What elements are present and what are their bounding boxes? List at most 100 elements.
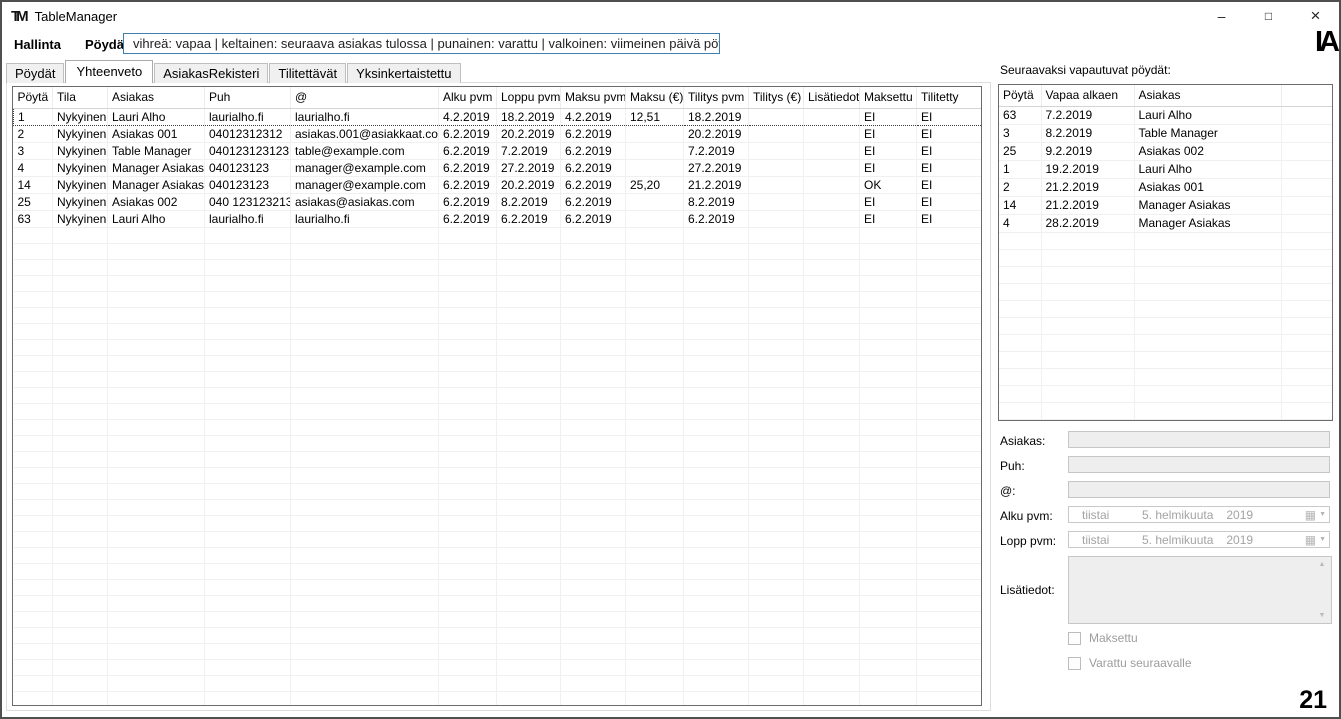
menu-hallinta[interactable]: Hallinta: [2, 37, 73, 52]
table-cell-empty: [205, 659, 291, 675]
table-cell: 25: [999, 142, 1041, 160]
table-cell: [804, 210, 860, 227]
tab-strip: Pöydät Yhteenveto AsiakasRekisteri Tilit…: [6, 60, 462, 83]
table-cell-empty: [804, 387, 860, 403]
table-row[interactable]: 25NykyinenAsiakas 002040 123123213asiaka…: [14, 193, 982, 210]
table-cell-empty: [14, 323, 53, 339]
column-header-poyta[interactable]: Pöytä: [999, 85, 1041, 106]
table-cell-empty: [860, 339, 917, 355]
asiakas-field[interactable]: [1068, 431, 1330, 448]
table-row[interactable]: 1NykyinenLauri Alholaurialho.filaurialho…: [14, 108, 982, 125]
table-cell: EI: [860, 210, 917, 227]
table-row[interactable]: 63NykyinenLauri Alholaurialho.filaurialh…: [14, 210, 982, 227]
lisatiedot-textarea[interactable]: ▲ ▼: [1068, 556, 1332, 624]
table-cell-empty: [684, 627, 749, 643]
tab-yksinkertaistettu[interactable]: Yksinkertaistettu: [347, 63, 460, 83]
column-header-alku-pvm[interactable]: Alku pvm: [439, 87, 497, 108]
table-row[interactable]: 637.2.2019Lauri Alho: [999, 106, 1332, 124]
column-header-loppu-pvm[interactable]: Loppu pvm: [497, 87, 561, 108]
column-header-tilitys-pvm[interactable]: Tilitys pvm: [684, 87, 749, 108]
table-cell-empty: [860, 515, 917, 531]
table-cell-empty: [53, 563, 108, 579]
table-row[interactable]: 2NykyinenAsiakas 00104012312312asiakas.0…: [14, 125, 982, 142]
tab-yhteenveto[interactable]: Yhteenveto: [65, 60, 153, 83]
tab-tilitettavat[interactable]: Tilitettävät: [269, 63, 346, 83]
column-header-maksu-eur[interactable]: Maksu (€): [626, 87, 684, 108]
calendar-icon[interactable]: ▦: [1305, 509, 1316, 521]
table-cell-empty: [749, 387, 804, 403]
textarea-scrollbar[interactable]: ▲ ▼: [1314, 558, 1330, 622]
table-cell-empty: [684, 419, 749, 435]
table-row-empty: [14, 579, 982, 595]
table-cell-empty: [291, 339, 439, 355]
table-cell: EI: [860, 193, 917, 210]
scroll-down-icon[interactable]: ▼: [1319, 612, 1326, 619]
column-header-maksu-pvm[interactable]: Maksu pvm: [561, 87, 626, 108]
chevron-down-icon[interactable]: ▼: [1319, 511, 1326, 518]
calendar-icon[interactable]: ▦: [1305, 534, 1316, 546]
table-cell-empty: [439, 403, 497, 419]
column-header-tilitetty[interactable]: Tilitetty: [917, 87, 982, 108]
table-cell-empty: [14, 611, 53, 627]
table-cell: EI: [917, 108, 982, 125]
legend-textbox[interactable]: vihreä: vapaa | keltainen: seuraava asia…: [123, 33, 720, 54]
table-cell-empty: [684, 531, 749, 547]
column-header-asiakas[interactable]: Asiakas: [1134, 85, 1281, 106]
column-header-maksettu[interactable]: Maksettu: [860, 87, 917, 108]
table-row[interactable]: 1421.2.2019Manager Asiakas: [999, 196, 1332, 214]
varattu-checkbox-label: Varattu seuraavalle: [1089, 656, 1192, 670]
column-header-vapaa-alkaen[interactable]: Vapaa alkaen: [1041, 85, 1134, 106]
table-cell-empty: [205, 403, 291, 419]
maksettu-checkbox[interactable]: [1068, 632, 1081, 645]
table-row[interactable]: 221.2.2019Asiakas 001: [999, 178, 1332, 196]
table-cell-empty: [497, 275, 561, 291]
table-cell-empty: [749, 419, 804, 435]
table-cell-empty: [14, 435, 53, 451]
date-value: 5. helmikuuta: [1142, 533, 1213, 547]
maksettu-checkbox-label: Maksettu: [1089, 631, 1138, 645]
table-cell-empty: [439, 307, 497, 323]
tab-asiakasrekisteri[interactable]: AsiakasRekisteri: [154, 63, 268, 83]
table-row[interactable]: 3NykyinenTable Manager040123123123table@…: [14, 142, 982, 159]
table-cell-empty: [804, 403, 860, 419]
minimize-icon[interactable]: –: [1198, 2, 1245, 30]
table-cell-empty: [108, 435, 205, 451]
email-field[interactable]: [1068, 481, 1330, 498]
table-cell-empty: [205, 291, 291, 307]
alku-pvm-datepicker[interactable]: tiistai 5. helmikuuta 2019 ▦ ▼: [1068, 506, 1330, 523]
column-header-puh[interactable]: Puh: [205, 87, 291, 108]
tab-poydat[interactable]: Pöydät: [6, 63, 64, 83]
table-cell-empty: [1281, 232, 1332, 249]
table-cell-empty: [999, 368, 1041, 385]
column-header-asiakas[interactable]: Asiakas: [108, 87, 205, 108]
table-cell-empty: [497, 579, 561, 595]
scroll-up-icon[interactable]: ▲: [1319, 561, 1326, 568]
table-cell-empty: [14, 259, 53, 275]
loppu-pvm-datepicker[interactable]: tiistai 5. helmikuuta 2019 ▦ ▼: [1068, 531, 1330, 548]
table-cell-empty: [561, 547, 626, 563]
chevron-down-icon[interactable]: ▼: [1319, 536, 1326, 543]
table-cell-empty: [108, 259, 205, 275]
table-row[interactable]: 259.2.2019Asiakas 002: [999, 142, 1332, 160]
table-row[interactable]: 38.2.2019Table Manager: [999, 124, 1332, 142]
table-cell-empty: [205, 499, 291, 515]
table-cell-empty: [1041, 334, 1134, 351]
column-header-lisatiedot[interactable]: Lisätiedot: [804, 87, 860, 108]
table-cell-empty: [291, 403, 439, 419]
table-cell-empty: [804, 371, 860, 387]
table-row[interactable]: 428.2.2019Manager Asiakas: [999, 214, 1332, 232]
column-header-poyta[interactable]: Pöytä: [14, 87, 53, 108]
table-row[interactable]: 4NykyinenManager Asiakas040123123manager…: [14, 159, 982, 176]
maximize-icon[interactable]: □: [1245, 2, 1292, 30]
table-cell: 4: [14, 159, 53, 176]
table-cell-empty: [561, 403, 626, 419]
table-row[interactable]: 119.2.2019Lauri Alho: [999, 160, 1332, 178]
table-row-empty: [14, 307, 982, 323]
table-cell-empty: [291, 451, 439, 467]
varattu-checkbox[interactable]: [1068, 657, 1081, 670]
puh-field[interactable]: [1068, 456, 1330, 473]
table-row[interactable]: 14NykyinenManager Asiakas040123123manage…: [14, 176, 982, 193]
column-header-email[interactable]: @: [291, 87, 439, 108]
column-header-tila[interactable]: Tila: [53, 87, 108, 108]
column-header-tilitys-eur[interactable]: Tilitys (€): [749, 87, 804, 108]
